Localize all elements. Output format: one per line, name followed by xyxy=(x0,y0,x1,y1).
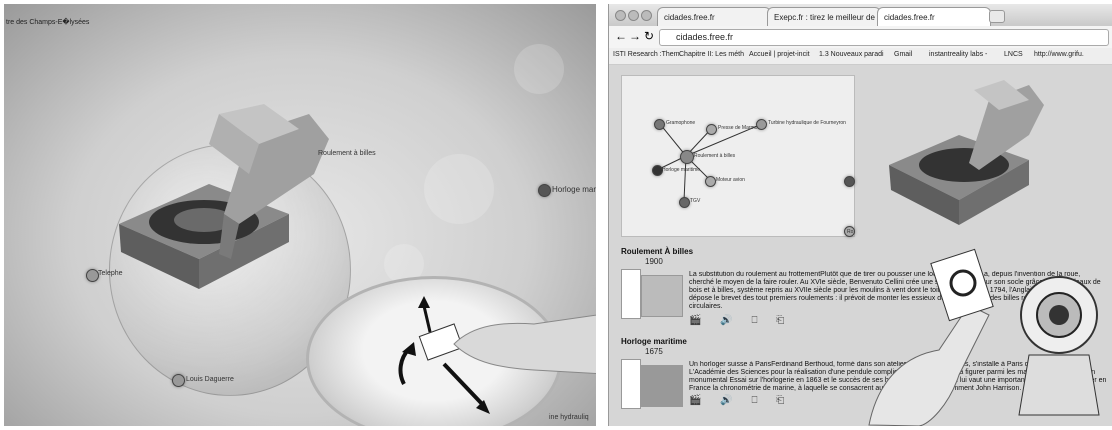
graph-node[interactable] xyxy=(756,119,767,130)
item-year: 1675 xyxy=(645,347,663,356)
bokeh-bubble xyxy=(514,44,564,94)
browser-tab-active[interactable]: cidades.free.fr xyxy=(877,7,991,27)
bookmark-item[interactable]: ISTI Research :Them xyxy=(613,51,680,58)
graph-node-label: Roulement à billes xyxy=(318,150,376,157)
browser-window: cidades.free.fr Exepc.fr : tirez le meil… xyxy=(608,4,1112,426)
graph-node-label: Roulement à billes xyxy=(694,153,736,159)
bookmark-item[interactable]: http://www.grifu. xyxy=(1034,51,1084,58)
graph-node-label: Telephe xyxy=(98,270,123,277)
tabletop-3d-view: tre des Champs-E�lysées Horloge mariti R… xyxy=(4,4,596,426)
url-text: cidades.free.fr xyxy=(676,32,734,42)
graph-node-label: Presse de Marmom xyxy=(718,125,762,131)
graph-node[interactable] xyxy=(705,176,716,187)
graph-view[interactable]: Gramophone Presse de Marmom Turbine hydr… xyxy=(621,75,855,237)
graph-node-label: Gramophone xyxy=(666,120,696,126)
item-thumbnail[interactable] xyxy=(641,275,683,317)
close-window-icon[interactable] xyxy=(615,10,626,21)
url-field[interactable]: cidades.free.fr xyxy=(659,29,1109,46)
graph-node-label: Horloge mariti xyxy=(552,185,596,194)
graph-node-label: Ro xyxy=(847,229,854,235)
bokeh-bubble xyxy=(424,154,494,224)
graph-node[interactable] xyxy=(706,124,717,135)
item-title: Horloge maritime xyxy=(621,337,687,346)
location-label: tre des Champs-E�lysées xyxy=(6,19,90,26)
bookmark-item[interactable]: Gmail xyxy=(894,51,912,58)
gramophone-model-preview[interactable] xyxy=(879,65,1049,235)
reload-icon[interactable]: ↻ xyxy=(644,29,654,43)
hand-webcam-overlay xyxy=(868,248,1100,426)
bookmark-item[interactable]: Chapitre II: Les méth xyxy=(679,51,744,58)
item-title: Roulement À billes xyxy=(621,247,694,256)
graph-node-label: TGV xyxy=(690,198,701,204)
bookmark-item[interactable]: LNCS xyxy=(1004,51,1023,58)
item-media-icons[interactable]: 🎬 🔊 ⎕ ⎗ xyxy=(689,315,792,326)
new-tab-button[interactable] xyxy=(989,10,1005,23)
graph-node-label: Moteur avion xyxy=(716,177,745,183)
graph-node[interactable] xyxy=(654,119,665,130)
browser-tab[interactable]: cidades.free.fr xyxy=(657,7,771,27)
browser-tab[interactable]: Exepc.fr : tirez le meilleur de xyxy=(767,7,881,27)
item-media-icons[interactable]: 🎬 🔊 ⎕ ⎗ xyxy=(689,395,792,406)
graph-node[interactable] xyxy=(679,197,690,208)
graph-node-label: ine hydrauliq xyxy=(549,414,589,421)
graph-node[interactable] xyxy=(844,176,855,187)
forward-icon[interactable]: → xyxy=(629,29,641,43)
page-content: Gramophone Presse de Marmom Turbine hydr… xyxy=(609,65,1112,426)
browser-titlebar: cidades.free.fr Exepc.fr : tirez le meil… xyxy=(609,4,1112,27)
minimize-window-icon[interactable] xyxy=(628,10,639,21)
bookmark-item[interactable]: 1.3 Nouveaux paradi xyxy=(819,51,884,58)
maximize-window-icon[interactable] xyxy=(641,10,652,21)
hand-image xyxy=(453,314,596,375)
item-logo xyxy=(621,269,641,319)
bookmark-item[interactable]: Accueil | projet-incit xyxy=(749,51,810,58)
graph-node-selected[interactable] xyxy=(680,150,694,164)
graph-node-label: Louis Daguerre xyxy=(186,376,234,383)
bookmarks-bar: ISTI Research :Them Chapitre II: Les mét… xyxy=(609,48,1112,65)
address-toolbar: ← → ↻ cidades.free.fr xyxy=(609,26,1112,49)
item-year: 1900 xyxy=(645,257,663,266)
item-logo xyxy=(621,359,641,409)
graph-node-label: Turbine hydraulique de Fourneyron xyxy=(768,120,846,126)
graph-node-label: Horloge maritime xyxy=(662,167,701,173)
graph-node[interactable] xyxy=(172,374,185,387)
gramophone-model[interactable] xyxy=(99,74,339,294)
graph-node[interactable] xyxy=(538,184,551,197)
back-icon[interactable]: ← xyxy=(615,29,627,43)
bookmark-item[interactable]: instantreality labs - xyxy=(929,51,987,58)
item-thumbnail[interactable] xyxy=(641,365,683,407)
